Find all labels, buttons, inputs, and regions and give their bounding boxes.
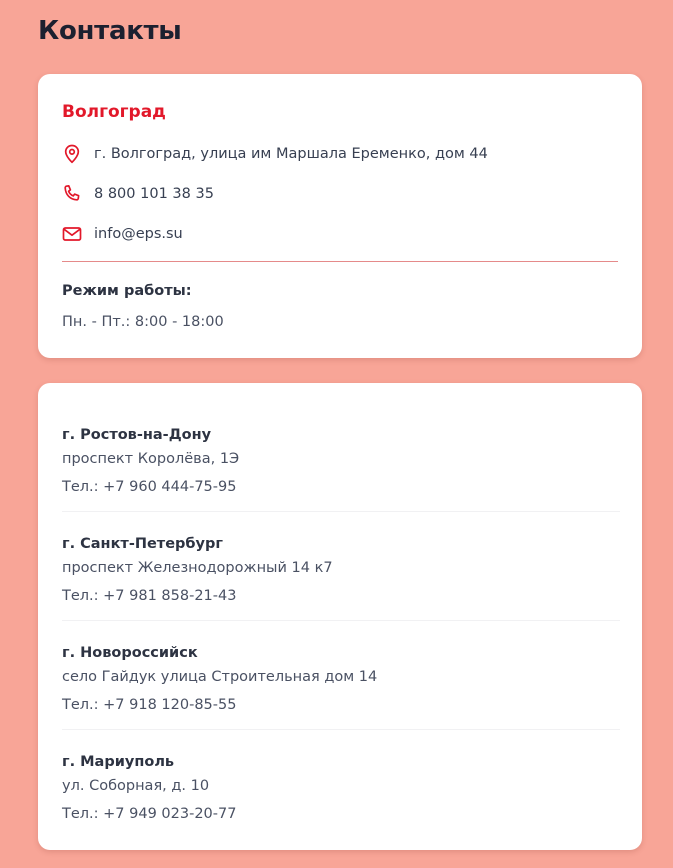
branch-phone[interactable]: Тел.: +7 949 023-20-77 <box>62 806 236 822</box>
branch-city: г. Новороссийск <box>62 645 198 661</box>
main-office-phone[interactable]: 8 800 101 38 35 <box>94 186 214 202</box>
email-row[interactable]: info@eps.su <box>62 223 183 245</box>
branch-separator <box>62 620 620 621</box>
branch-separator <box>62 511 620 512</box>
branch-phone[interactable]: Тел.: +7 981 858-21-43 <box>62 588 236 604</box>
phone-row[interactable]: 8 800 101 38 35 <box>62 183 214 205</box>
branch-city: г. Мариуполь <box>62 754 175 770</box>
branches-card: г. Ростов-на-Дону проспект Королёва, 1Э … <box>38 383 642 850</box>
branch-phone[interactable]: Тел.: +7 918 120-85-55 <box>62 697 236 713</box>
branch-address: проспект Железнодорожный 14 к7 <box>62 560 333 576</box>
branch-address: ул. Соборная, д. 10 <box>62 778 210 794</box>
mail-icon <box>62 224 82 244</box>
working-hours-label: Режим работы: <box>62 283 192 299</box>
branch-item: г. Мариуполь ул. Соборная, д. 10 Тел.: +… <box>62 754 620 863</box>
working-hours-value: Пн. - Пт.: 8:00 - 18:00 <box>62 314 224 330</box>
branch-address: проспект Королёва, 1Э <box>62 451 240 467</box>
main-office-address: г. Волгоград, улица им Маршала Еременко,… <box>94 146 488 162</box>
branch-phone[interactable]: Тел.: +7 960 444-75-95 <box>62 479 236 495</box>
main-office-city: Волгоград <box>62 102 166 122</box>
page-title: Контакты <box>38 16 182 46</box>
branch-city: г. Санкт-Петербург <box>62 536 223 552</box>
branch-item: г. Новороссийск село Гайдук улица Строит… <box>62 645 620 754</box>
branch-item: г. Ростов-на-Дону проспект Королёва, 1Э … <box>62 427 620 536</box>
branch-item: г. Санкт-Петербург проспект Железнодорож… <box>62 536 620 645</box>
branch-separator <box>62 729 620 730</box>
phone-icon <box>62 184 82 204</box>
address-row: г. Волгоград, улица им Маршала Еременко,… <box>62 143 488 165</box>
main-office-card: Волгоград г. Волгоград, улица им Маршала… <box>38 74 642 358</box>
branch-address: село Гайдук улица Строительная дом 14 <box>62 669 378 685</box>
branch-city: г. Ростов-на-Дону <box>62 427 212 443</box>
main-office-email[interactable]: info@eps.su <box>94 226 183 242</box>
divider <box>62 261 618 262</box>
map-pin-icon <box>62 144 82 164</box>
